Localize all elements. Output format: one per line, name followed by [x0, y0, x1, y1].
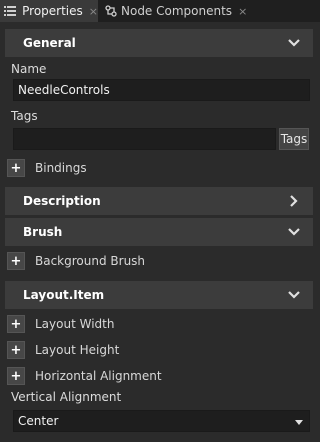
layout-width-label: Layout Width: [35, 317, 115, 331]
tab-properties-label: Properties: [22, 4, 83, 18]
background-brush-row[interactable]: + Background Brush: [7, 252, 145, 270]
chevron-right-icon: [290, 195, 298, 207]
section-brush-title: Brush: [23, 225, 63, 239]
name-label: Name: [11, 62, 47, 76]
vertical-alignment-label: Vertical Alignment: [11, 390, 122, 404]
dropdown-arrow-icon: [295, 420, 303, 425]
plus-icon[interactable]: +: [7, 341, 25, 359]
horizontal-alignment-row[interactable]: + Horizontal Alignment: [7, 367, 162, 385]
plus-icon[interactable]: +: [7, 159, 25, 177]
vertical-alignment-value: Center: [18, 414, 59, 428]
plus-icon[interactable]: +: [7, 367, 25, 385]
section-brush-header[interactable]: Brush: [5, 218, 313, 246]
name-field[interactable]: NeedleControls: [13, 79, 310, 101]
nodes-icon: [105, 5, 117, 17]
chevron-down-icon: [288, 39, 300, 47]
section-general-header[interactable]: General: [5, 29, 313, 57]
tab-node-components[interactable]: Node Components ×: [99, 0, 247, 22]
bindings-row[interactable]: + Bindings: [7, 159, 87, 177]
section-description-title: Description: [23, 194, 101, 208]
chevron-down-icon: [288, 291, 300, 299]
close-icon[interactable]: ×: [89, 5, 98, 18]
section-layout-item-title: Layout.Item: [23, 288, 105, 302]
tab-node-components-label: Node Components: [121, 4, 233, 18]
tags-button[interactable]: Tags: [279, 128, 309, 150]
layout-width-row[interactable]: + Layout Width: [7, 315, 114, 333]
vertical-alignment-dropdown[interactable]: Center: [13, 410, 310, 432]
tab-bar: Properties × Node Components ×: [0, 0, 320, 22]
section-general-title: General: [23, 36, 76, 50]
horizontal-alignment-label: Horizontal Alignment: [35, 369, 162, 383]
list-icon: [4, 5, 17, 17]
tags-input[interactable]: [13, 128, 276, 150]
background-brush-label: Background Brush: [35, 254, 146, 268]
layout-height-row[interactable]: + Layout Height: [7, 341, 119, 359]
layout-height-label: Layout Height: [35, 343, 120, 357]
section-layout-item-header[interactable]: Layout.Item: [5, 281, 313, 309]
plus-icon[interactable]: +: [7, 315, 25, 333]
close-icon[interactable]: ×: [238, 5, 247, 18]
tags-label: Tags: [11, 109, 38, 123]
chevron-down-icon: [288, 228, 300, 236]
bindings-label: Bindings: [35, 161, 87, 175]
tab-properties[interactable]: Properties ×: [0, 0, 98, 22]
section-description-header[interactable]: Description: [5, 187, 313, 215]
plus-icon[interactable]: +: [7, 252, 25, 270]
